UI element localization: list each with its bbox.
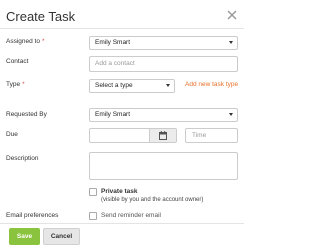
description-textarea[interactable]: [89, 152, 238, 180]
send-reminder-label: Send reminder email: [101, 212, 161, 219]
dialog-title: Create Task: [6, 9, 76, 24]
save-button[interactable]: Save: [9, 228, 40, 245]
assigned-to-value: Emily Smart: [95, 39, 131, 46]
requested-by-label: Requested By: [6, 111, 47, 118]
assigned-to-select[interactable]: Emily Smart: [89, 36, 238, 50]
calendar-icon: [159, 131, 167, 140]
private-task-checkbox[interactable]: [89, 188, 97, 196]
contact-placeholder: Add a contact: [95, 60, 135, 67]
chevron-down-icon: [229, 113, 233, 116]
calendar-button[interactable]: [149, 129, 176, 142]
description-label: Description: [6, 155, 39, 162]
send-reminder-checkbox[interactable]: [89, 212, 97, 220]
contact-input[interactable]: Add a contact: [89, 56, 238, 72]
due-date-input[interactable]: [89, 128, 177, 143]
footer-divider: [0, 223, 244, 224]
private-task-sublabel: (visible by you and the account owner): [101, 197, 204, 203]
requested-by-value: Emily Smart: [95, 111, 131, 118]
cancel-button[interactable]: Cancel: [43, 228, 80, 245]
contact-label: Contact: [6, 58, 29, 65]
requested-by-select[interactable]: Emily Smart: [89, 108, 238, 122]
due-label: Due: [6, 131, 18, 138]
close-icon[interactable]: [226, 9, 238, 21]
type-select[interactable]: Select a type: [89, 79, 175, 93]
type-label: Type *: [6, 81, 25, 88]
type-value: Select a type: [95, 82, 133, 89]
chevron-down-icon: [166, 84, 170, 87]
header-divider: [0, 28, 244, 29]
required-marker: *: [41, 38, 45, 45]
create-task-dialog: Create Task Assigned to * Emily Smart Con…: [0, 0, 244, 251]
add-new-task-type-link[interactable]: Add new task type: [185, 81, 238, 89]
chevron-down-icon: [229, 41, 233, 44]
private-task-label: Private task: [101, 188, 138, 195]
due-time-input[interactable]: Time: [185, 128, 238, 143]
required-marker: *: [22, 81, 25, 88]
email-preferences-label: Email preferences: [6, 212, 59, 219]
time-placeholder: Time: [192, 132, 207, 139]
assigned-to-label: Assigned to *: [6, 38, 45, 45]
